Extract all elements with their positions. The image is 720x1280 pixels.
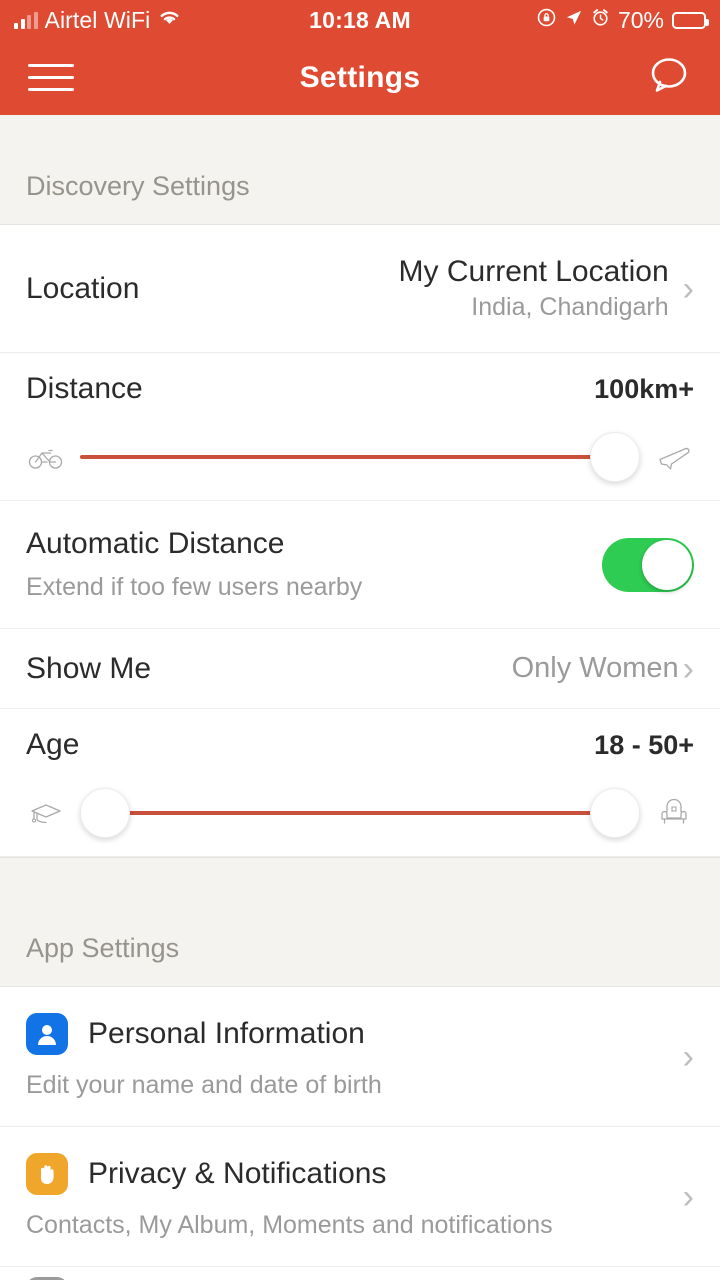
chevron-right-icon: › — [682, 1037, 694, 1076]
battery-icon — [672, 11, 709, 29]
privacy-notifications-label: Privacy & Notifications — [88, 1157, 387, 1190]
carrier-label: Airtel WiFi — [44, 6, 151, 33]
status-bar-left: Airtel WiFi — [14, 7, 182, 34]
location-value: My Current Location — [398, 254, 669, 288]
age-slider[interactable] — [80, 787, 640, 838]
distance-slider-fill — [80, 454, 613, 459]
wifi-icon — [157, 8, 182, 32]
hand-icon — [26, 1153, 68, 1195]
graduation-cap-icon — [26, 799, 66, 827]
automatic-distance-label: Automatic Distance — [26, 527, 285, 560]
age-label: Age — [26, 727, 80, 761]
chevron-right-icon: › — [682, 1177, 694, 1216]
age-slider-fill — [107, 810, 613, 815]
row-distance[interactable]: Distance 100km+ — [0, 353, 720, 501]
age-slider-thumb-min[interactable] — [80, 787, 130, 838]
section-header-discovery: Discovery Settings — [0, 115, 720, 225]
row-age[interactable]: Age 18 - 50+ — [0, 709, 720, 857]
automatic-distance-sublabel: Extend if too few users nearby — [26, 573, 363, 601]
app-settings-rows: Personal Information Edit your name and … — [0, 987, 720, 1280]
section-title-app: App Settings — [26, 933, 180, 963]
privacy-notifications-sublabel: Contacts, My Album, Moments and notifica… — [26, 1211, 553, 1239]
distance-slider[interactable] — [80, 431, 640, 482]
distance-value: 100km+ — [594, 373, 694, 404]
chevron-right-icon: › — [682, 269, 694, 308]
status-bar: Airtel WiFi 10:18 AM 70% — [0, 0, 720, 40]
row-personal-information[interactable]: Personal Information Edit your name and … — [0, 987, 720, 1127]
chevron-right-icon: › — [682, 649, 694, 688]
row-location[interactable]: Location My Current Location India, Chan… — [0, 225, 720, 353]
distance-label: Distance — [26, 371, 143, 405]
age-value: 18 - 50+ — [594, 729, 694, 760]
toggle-knob — [642, 539, 692, 590]
section-title-discovery: Discovery Settings — [26, 171, 250, 201]
row-privacy-notifications[interactable]: Privacy & Notifications Contacts, My Alb… — [0, 1127, 720, 1267]
navigation-bar: Settings — [0, 40, 720, 115]
alarm-clock-icon — [591, 8, 610, 32]
airplane-icon — [654, 442, 694, 472]
status-bar-right: 70% — [537, 6, 709, 34]
hamburger-menu-icon[interactable] — [28, 64, 74, 91]
battery-percent-label: 70% — [617, 6, 664, 33]
page-title: Settings — [299, 60, 421, 94]
rotation-lock-icon — [537, 8, 556, 32]
location-arrow-icon — [564, 8, 583, 32]
personal-information-sublabel: Edit your name and date of birth — [26, 1071, 382, 1099]
distance-slider-thumb[interactable] — [590, 431, 640, 482]
person-icon — [26, 1013, 68, 1055]
show-me-label: Show Me — [26, 651, 152, 685]
row-show-me[interactable]: Show Me Only Women › — [0, 629, 720, 709]
personal-information-label: Personal Information — [88, 1017, 365, 1050]
row-automatic-distance[interactable]: Automatic Distance Extend if too few use… — [0, 501, 720, 629]
chat-bubble-icon[interactable] — [646, 52, 692, 103]
location-value-group: My Current Location India, Chandigarh › — [399, 254, 694, 323]
signal-bars-icon — [14, 11, 38, 29]
section-header-app: App Settings — [0, 857, 720, 987]
automatic-distance-toggle[interactable] — [602, 537, 694, 592]
armchair-icon — [654, 798, 694, 828]
location-label: Location — [26, 271, 140, 305]
age-slider-thumb-max[interactable] — [590, 787, 640, 838]
row-data-storage[interactable]: Data & St — [0, 1267, 720, 1280]
discovery-settings-rows: Location My Current Location India, Chan… — [0, 225, 720, 857]
bicycle-icon — [26, 444, 66, 470]
show-me-value: Only Women — [511, 652, 679, 684]
location-subvalue: India, Chandigarh — [471, 292, 669, 321]
